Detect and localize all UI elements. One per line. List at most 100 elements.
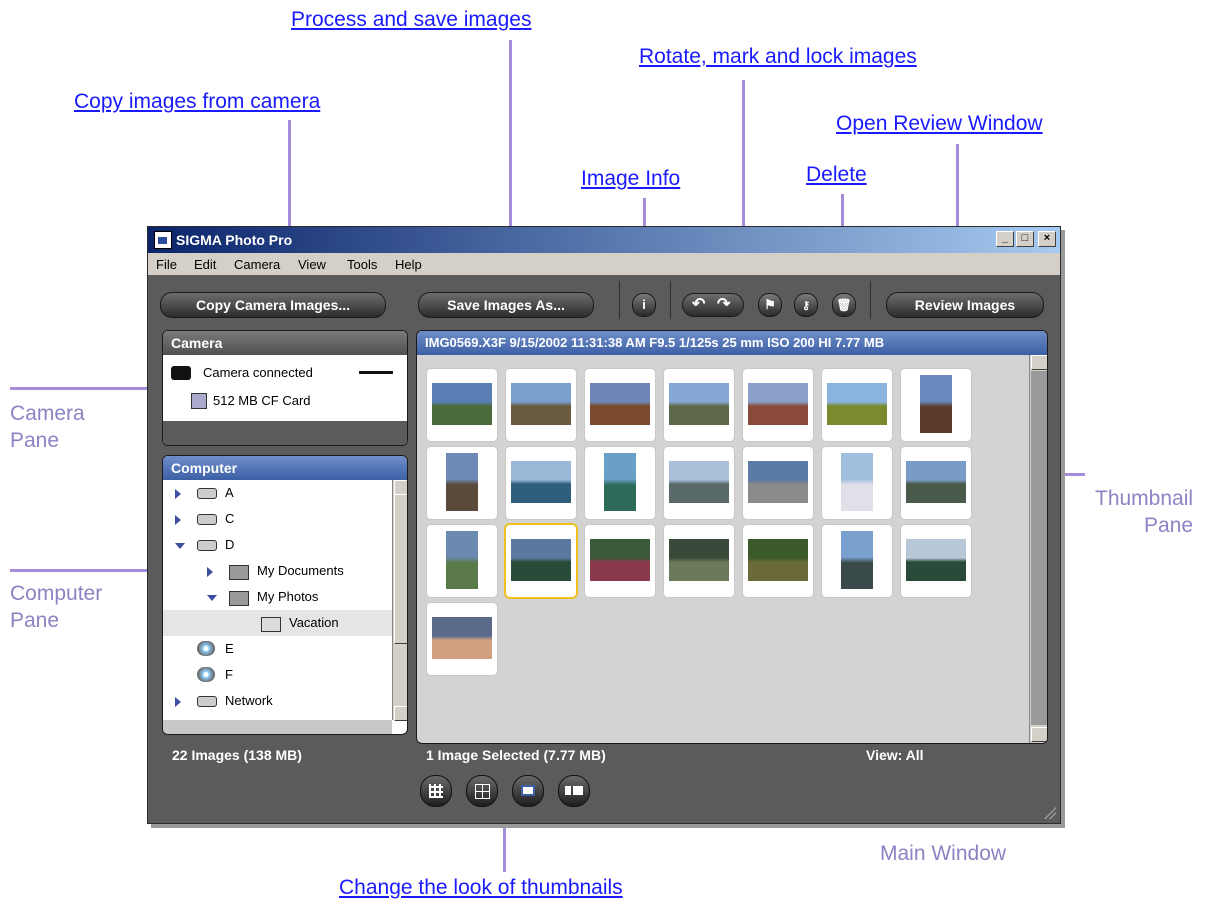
- callout-rotate-mark-lock[interactable]: Rotate, mark and lock images: [639, 45, 917, 69]
- thumbnail[interactable]: [427, 603, 497, 675]
- thumbnail[interactable]: [585, 447, 655, 519]
- thumbnail[interactable]: [743, 369, 813, 441]
- title-bar[interactable]: SIGMA Photo Pro _ □ ×: [148, 227, 1060, 253]
- thumbnail-vertical-scrollbar[interactable]: [1029, 355, 1047, 743]
- view-filter-status[interactable]: View: All: [866, 747, 924, 763]
- hard-drive-icon: [197, 540, 217, 551]
- callout-delete[interactable]: Delete: [806, 163, 867, 187]
- thumbnail[interactable]: [901, 525, 971, 597]
- collapsed-arrow-icon[interactable]: [175, 515, 181, 525]
- rotate-right-icon[interactable]: ↷: [717, 293, 730, 317]
- tree-item[interactable]: A: [163, 480, 393, 506]
- thumbnail[interactable]: [427, 369, 497, 441]
- thumbnail-image: [841, 531, 873, 589]
- tree-item[interactable]: Vacation: [163, 610, 393, 636]
- view-details-button[interactable]: [558, 775, 590, 807]
- thumbnail[interactable]: [901, 369, 971, 441]
- thumb-scroll-thumb[interactable]: [1031, 371, 1047, 725]
- menu-tools[interactable]: Tools: [347, 257, 377, 272]
- collapsed-arrow-icon[interactable]: [175, 697, 181, 707]
- collapsed-arrow-icon[interactable]: [207, 567, 213, 577]
- thumbnail-image: [511, 461, 571, 503]
- callout-image-info[interactable]: Image Info: [581, 167, 680, 191]
- image-info-button[interactable]: i: [632, 293, 656, 317]
- thumbnail[interactable]: [664, 447, 734, 519]
- scroll-down-button[interactable]: [394, 706, 407, 721]
- camera-card-info: 512 MB CF Card: [213, 393, 311, 408]
- review-images-button[interactable]: Review Images: [886, 292, 1044, 318]
- plug-icon: [359, 371, 393, 374]
- view-medium-thumbnails-button[interactable]: [466, 775, 498, 807]
- thumbnail-grid: [417, 355, 1029, 743]
- thumbnail[interactable]: [822, 447, 892, 519]
- thumb-scroll-down-button[interactable]: [1031, 727, 1047, 742]
- delete-button[interactable]: 🗑: [832, 293, 856, 317]
- thumbnail[interactable]: [506, 525, 576, 597]
- expanded-arrow-icon[interactable]: [207, 595, 217, 601]
- callout-open-review[interactable]: Open Review Window: [836, 112, 1043, 136]
- tree-item-label: A: [225, 485, 234, 500]
- tree-horizontal-scrollbar[interactable]: [163, 720, 392, 734]
- tree-item[interactable]: C: [163, 506, 393, 532]
- menu-camera[interactable]: Camera: [234, 257, 280, 272]
- menu-view[interactable]: View: [298, 257, 326, 272]
- thumbnail-image: [446, 531, 478, 589]
- thumbnail-image: [432, 383, 492, 425]
- tree-vertical-scrollbar[interactable]: [392, 480, 407, 721]
- resize-grip-icon[interactable]: [1044, 807, 1056, 819]
- thumbnail[interactable]: [901, 447, 971, 519]
- flag-button[interactable]: ⚑: [758, 293, 782, 317]
- tree-item[interactable]: My Photos: [163, 584, 393, 610]
- thumbnail-image: [841, 453, 873, 511]
- close-button[interactable]: ×: [1038, 231, 1056, 247]
- thumbnail-image: [604, 453, 636, 511]
- computer-pane: Computer A C D My Documents My Photos Vacatio…: [162, 455, 408, 735]
- tree-item[interactable]: F: [163, 662, 393, 688]
- toolbar: Copy Camera Images... Save Images As... …: [148, 275, 1060, 327]
- thumbnail[interactable]: [427, 525, 497, 597]
- thumbnail[interactable]: [585, 525, 655, 597]
- menu-file[interactable]: File: [156, 257, 177, 272]
- callout-change-thumbnail-look[interactable]: Change the look of thumbnails: [339, 876, 623, 900]
- collapsed-arrow-icon[interactable]: [175, 489, 181, 499]
- computer-status: 22 Images (138 MB): [172, 747, 302, 763]
- thumbnail[interactable]: [506, 369, 576, 441]
- window-title: SIGMA Photo Pro: [176, 232, 293, 248]
- thumbnail[interactable]: [822, 525, 892, 597]
- tree-item-label: D: [225, 537, 235, 552]
- tree-item[interactable]: Network: [163, 688, 393, 714]
- thumbnail[interactable]: [743, 525, 813, 597]
- thumbnail[interactable]: [427, 447, 497, 519]
- hard-drive-icon: [197, 514, 217, 525]
- menu-help[interactable]: Help: [395, 257, 422, 272]
- lock-button[interactable]: ⚷: [794, 293, 818, 317]
- menu-edit[interactable]: Edit: [194, 257, 216, 272]
- thumbnail[interactable]: [664, 369, 734, 441]
- thumbnail-image: [906, 539, 966, 581]
- computer-pane-label: Computer Pane: [10, 582, 103, 632]
- large-thumbnail-icon: [521, 785, 535, 796]
- thumbnail[interactable]: [822, 369, 892, 441]
- thumbnail[interactable]: [585, 369, 655, 441]
- tree-item[interactable]: E: [163, 636, 393, 662]
- view-small-thumbnails-button[interactable]: [420, 775, 452, 807]
- view-large-thumbnails-button[interactable]: [512, 775, 544, 807]
- rotate-left-icon[interactable]: ↶: [692, 293, 705, 317]
- thumb-scroll-up-button[interactable]: [1031, 355, 1047, 370]
- thumbnail[interactable]: [664, 525, 734, 597]
- callout-process-and-save[interactable]: Process and save images: [291, 8, 531, 32]
- tree-item[interactable]: D: [163, 532, 393, 558]
- copy-camera-images-button[interactable]: Copy Camera Images...: [160, 292, 386, 318]
- callout-copy-images[interactable]: Copy images from camera: [74, 90, 320, 114]
- maximize-button[interactable]: □: [1016, 231, 1034, 247]
- tree-item[interactable]: My Documents: [163, 558, 393, 584]
- thumbnail-image: [906, 461, 966, 503]
- thumbnail[interactable]: [506, 447, 576, 519]
- expanded-arrow-icon[interactable]: [175, 543, 185, 549]
- scroll-thumb[interactable]: [394, 494, 407, 644]
- save-images-as-button[interactable]: Save Images As...: [418, 292, 594, 318]
- tree-item-label: E: [225, 641, 234, 656]
- thumbnail[interactable]: [743, 447, 813, 519]
- minimize-button[interactable]: _: [996, 231, 1014, 247]
- scroll-up-button[interactable]: [394, 480, 407, 495]
